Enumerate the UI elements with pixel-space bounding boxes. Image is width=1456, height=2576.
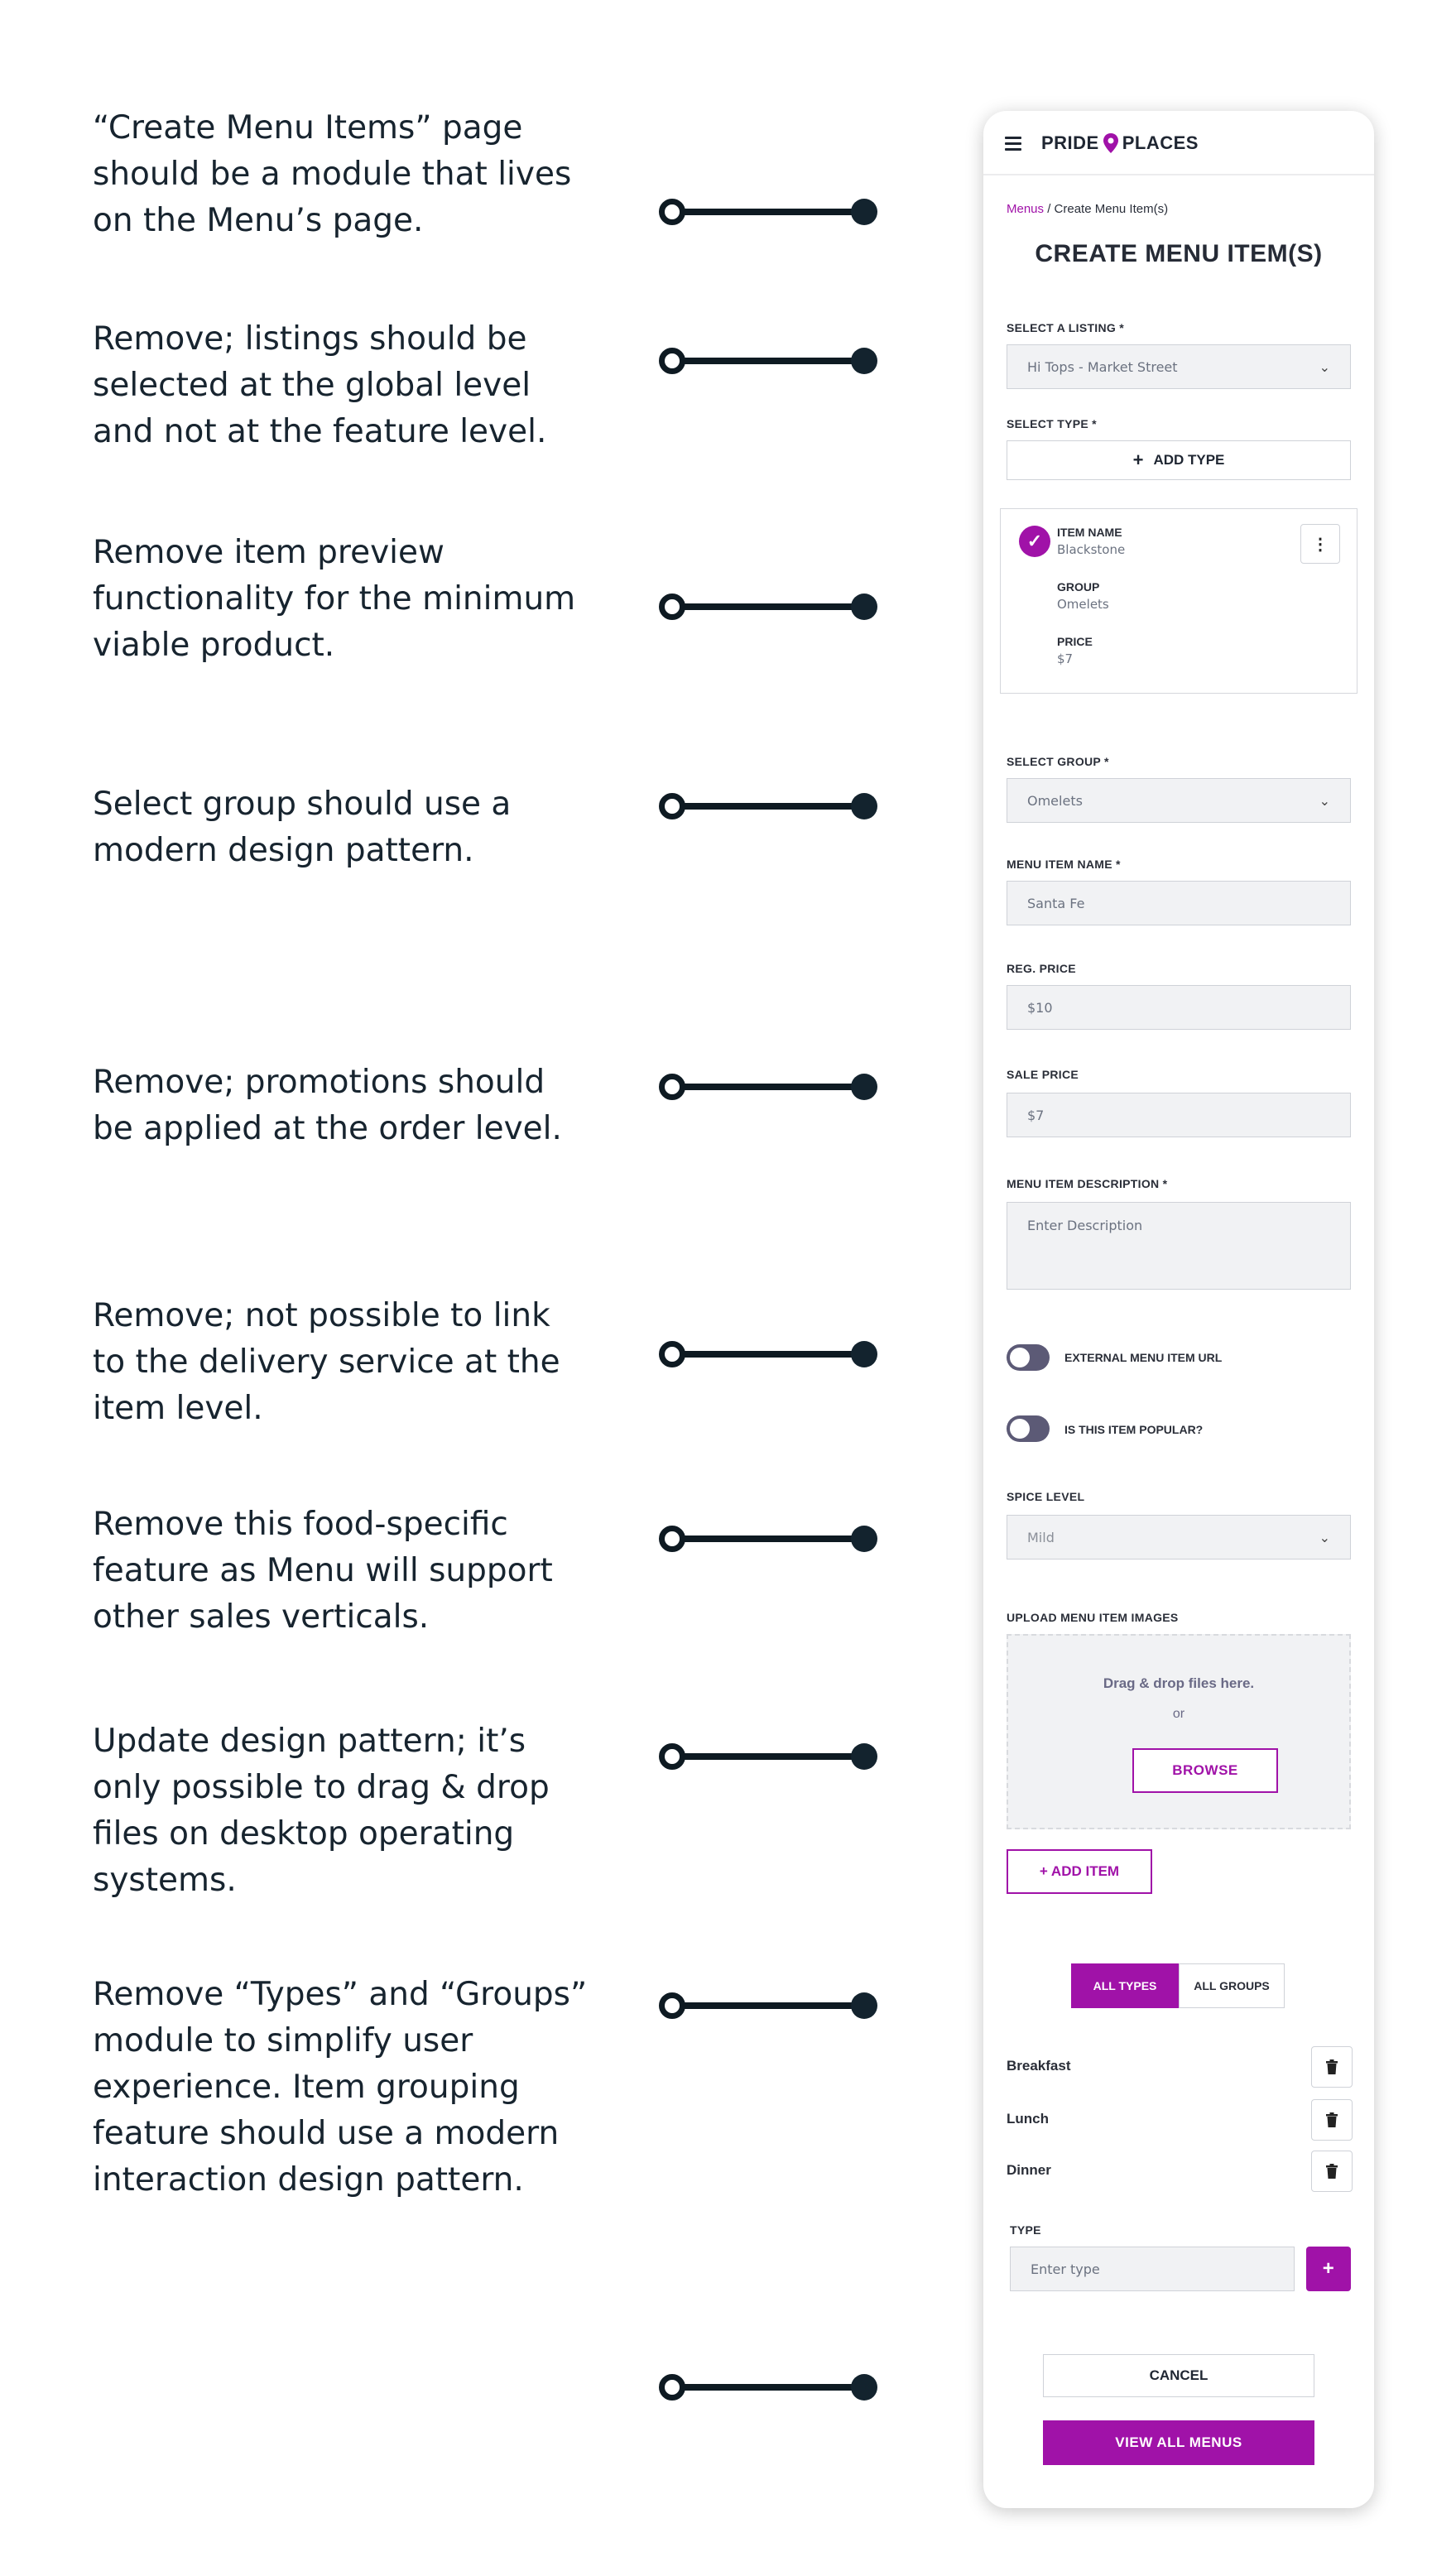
add-type-submit-button[interactable]: + <box>1306 2247 1351 2291</box>
item-name-label: MENU ITEM NAME * <box>1007 858 1121 871</box>
chevron-down-icon: ⌄ <box>1319 358 1330 375</box>
annotation-note-4: Select group should use a modern design … <box>93 786 512 869</box>
preview-group-label: GROUP <box>1057 580 1100 594</box>
chevron-down-icon: ⌄ <box>1319 1529 1330 1545</box>
tab-all-types[interactable]: ALL TYPES <box>1071 1963 1179 2008</box>
trash-icon <box>1326 2164 1338 2179</box>
view-all-menus-button[interactable]: VIEW ALL MENUS <box>1043 2420 1314 2465</box>
type-label: SELECT TYPE * <box>1007 417 1097 430</box>
kebab-icon: ⋮ <box>1312 535 1329 554</box>
type-row-label: Lunch <box>1007 2111 1049 2127</box>
annotation-note-2: Remove; listings should be selected at t… <box>93 320 547 450</box>
type-input[interactable]: Enter type <box>1010 2247 1295 2291</box>
annotation-connector <box>659 1742 877 1771</box>
type-input-placeholder: Enter type <box>1031 2261 1100 2277</box>
add-type-button[interactable]: + ADD TYPE <box>1007 440 1351 480</box>
tab-all-groups[interactable]: ALL GROUPS <box>1179 1963 1285 2008</box>
reg-price-value: $10 <box>1027 999 1053 1016</box>
breadcrumb: Menus / Create Menu Item(s) <box>1007 202 1168 216</box>
chevron-down-icon: ⌄ <box>1319 792 1330 809</box>
upload-dropzone[interactable]: Drag & drop files here. or BROWSE <box>1007 1634 1351 1829</box>
trash-icon <box>1326 2059 1338 2074</box>
annotation-note-3: Remove item preview functionality for th… <box>93 534 576 664</box>
preview-price-label: PRICE <box>1057 635 1093 648</box>
type-input-label: TYPE <box>1010 2223 1041 2237</box>
brand-text-right: PLACES <box>1122 132 1199 153</box>
browse-button[interactable]: BROWSE <box>1132 1748 1278 1793</box>
group-select-value: Omelets <box>1027 792 1083 809</box>
or-text: or <box>1172 1707 1185 1721</box>
reg-price-input[interactable]: $10 <box>1007 985 1351 1030</box>
preview-group-value: Omelets <box>1057 597 1109 612</box>
annotation-connector <box>659 2372 877 2402</box>
delete-button[interactable] <box>1311 2099 1353 2141</box>
sale-price-value: $7 <box>1027 1107 1045 1123</box>
more-options-button[interactable]: ⋮ <box>1300 524 1340 564</box>
upload-label: UPLOAD MENU ITEM IMAGES <box>1007 1611 1179 1624</box>
description-textarea[interactable]: Enter Description <box>1007 1202 1351 1290</box>
hamburger-menu-icon[interactable] <box>1005 137 1021 151</box>
brand-text-left: PRIDE <box>1041 132 1099 153</box>
description-placeholder: Enter Description <box>1027 1218 1143 1233</box>
external-url-toggle[interactable] <box>1007 1344 1050 1371</box>
listing-select-value: Hi Tops - Market Street <box>1027 358 1178 375</box>
preview-name-label: ITEM NAME <box>1057 526 1122 539</box>
add-type-label: ADD TYPE <box>1153 452 1225 468</box>
item-name-input[interactable]: Santa Fe <box>1007 881 1351 925</box>
annotation-connector <box>659 791 877 821</box>
sale-price-input[interactable]: $7 <box>1007 1093 1351 1137</box>
annotation-note-1: “Create Menu Items” page should be a mod… <box>93 109 572 239</box>
breadcrumb-current: Create Menu Item(s) <box>1054 202 1169 216</box>
breadcrumb-separator: / <box>1044 202 1055 216</box>
popular-toggle[interactable] <box>1007 1415 1050 1442</box>
listing-select[interactable]: Hi Tops - Market Street ⌄ <box>1007 344 1351 389</box>
group-select[interactable]: Omelets ⌄ <box>1007 778 1351 823</box>
type-row-label: Breakfast <box>1007 2058 1071 2074</box>
drag-drop-text: Drag & drop files here. <box>1103 1675 1255 1691</box>
annotation-connector <box>659 592 877 622</box>
spice-select-value: Mild <box>1027 1529 1055 1545</box>
spice-select[interactable]: Mild ⌄ <box>1007 1515 1351 1560</box>
breadcrumb-link-menus[interactable]: Menus <box>1007 202 1044 216</box>
check-circle-icon: ✓ <box>1019 526 1050 557</box>
plus-icon: + <box>1132 449 1144 470</box>
item-name-value: Santa Fe <box>1027 895 1085 911</box>
trash-icon <box>1326 2112 1338 2127</box>
annotation-connector <box>659 197 877 227</box>
reg-price-label: REG. PRICE <box>1007 962 1076 975</box>
annotation-connector <box>659 1991 877 2021</box>
type-row-label: Dinner <box>1007 2162 1051 2178</box>
sale-price-label: SALE PRICE <box>1007 1068 1079 1081</box>
popular-toggle-label: IS THIS ITEM POPULAR? <box>1064 1423 1204 1436</box>
annotation-connector <box>659 346 877 376</box>
group-label: SELECT GROUP * <box>1007 755 1109 768</box>
item-preview-card: ✓ ⋮ ITEM NAME Blackstone GROUP Omelets P… <box>1000 508 1357 694</box>
annotation-connector <box>659 1339 877 1369</box>
delete-button[interactable] <box>1311 2046 1353 2088</box>
external-url-toggle-label: EXTERNAL MENU ITEM URL <box>1064 1351 1223 1364</box>
app-header: PRIDE PLACES <box>983 111 1374 175</box>
spice-label: SPICE LEVEL <box>1007 1490 1085 1503</box>
annotation-note-9: Remove “Types” and “Groups” module to si… <box>93 1976 588 2199</box>
annotation-note-8: Update design pattern; it’s only possibl… <box>93 1723 550 1899</box>
preview-name-value: Blackstone <box>1057 542 1126 557</box>
phone-mockup: PRIDE PLACES Menus / Create Menu Item(s)… <box>983 111 1374 2508</box>
annotation-connector <box>659 1524 877 1554</box>
annotation-connector <box>659 1072 877 1102</box>
brand-logo[interactable]: PRIDE PLACES <box>1041 132 1199 154</box>
location-pin-icon <box>1103 133 1118 153</box>
description-label: MENU ITEM DESCRIPTION * <box>1007 1177 1168 1190</box>
preview-price-value: $7 <box>1057 651 1074 666</box>
annotation-note-6: Remove; not possible to link to the deli… <box>93 1297 560 1427</box>
annotation-note-7: Remove this food-specific feature as Men… <box>93 1506 553 1636</box>
listing-label: SELECT A LISTING * <box>1007 321 1125 334</box>
add-item-button[interactable]: + ADD ITEM <box>1007 1849 1152 1894</box>
cancel-button[interactable]: CANCEL <box>1043 2354 1314 2397</box>
annotation-note-5: Remove; promotions should be applied at … <box>93 1064 562 1147</box>
page-title: CREATE MENU ITEM(S) <box>1035 240 1323 267</box>
delete-button[interactable] <box>1311 2151 1353 2192</box>
